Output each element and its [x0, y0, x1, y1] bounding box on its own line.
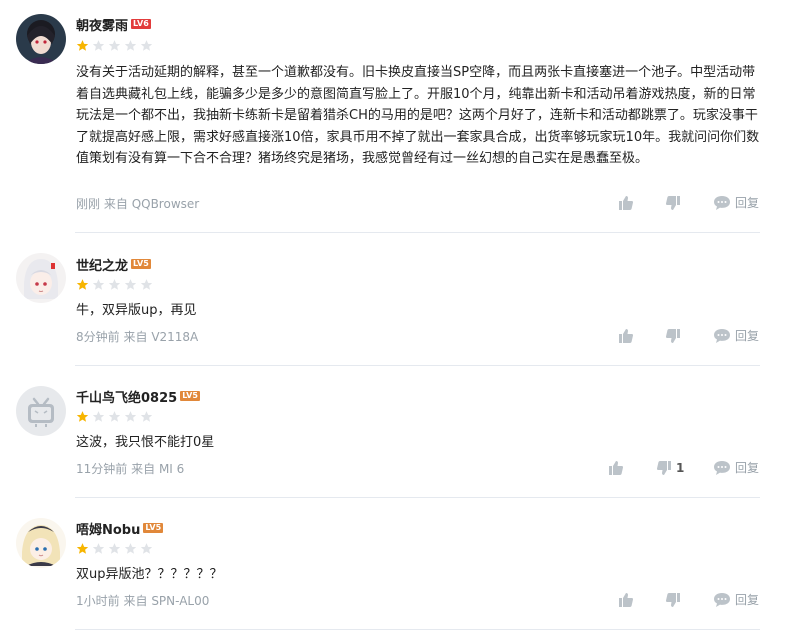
- star-empty-icon: [140, 40, 153, 51]
- speech-bubble-icon: [714, 195, 730, 210]
- dislike-count: 1: [676, 461, 685, 475]
- star-empty-icon: [124, 279, 137, 290]
- star-empty-icon: [92, 279, 105, 290]
- star-empty-icon: [108, 411, 121, 422]
- dislike-button[interactable]: [665, 328, 685, 344]
- reply-button[interactable]: 回复: [713, 327, 759, 344]
- comment-text: 牛，双异版up，再见: [76, 303, 197, 318]
- reply-button[interactable]: 回复: [713, 194, 759, 211]
- comment-text: 没有关于活动延期的解释，甚至一个道歉都没有。旧卡换皮直接当SP空降，而且两张卡直…: [76, 65, 760, 166]
- thumbs-down-icon: [666, 329, 680, 343]
- star-empty-icon: [124, 543, 137, 554]
- star-empty-icon: [140, 279, 153, 290]
- star-empty-icon: [108, 279, 121, 290]
- like-button[interactable]: [618, 328, 638, 344]
- reply-label: 回复: [735, 461, 760, 475]
- reply-label: 回复: [735, 329, 760, 343]
- username[interactable]: 千山鸟飞绝0825: [76, 387, 177, 406]
- divider: [75, 497, 760, 498]
- star-empty-icon: [140, 543, 153, 554]
- source-device: QQBrowser: [131, 197, 200, 211]
- thumbs-up-icon: [609, 461, 623, 475]
- level-badge: LV6: [131, 19, 151, 29]
- star-empty-icon: [92, 543, 105, 554]
- timestamp: 11分钟前: [76, 462, 128, 476]
- star-empty-icon: [140, 411, 153, 422]
- divider: [75, 365, 760, 366]
- avatar[interactable]: [16, 14, 66, 64]
- avatar[interactable]: [16, 518, 66, 568]
- source-device: V2118A: [151, 330, 199, 344]
- reply-label: 回复: [735, 196, 760, 210]
- star-rating: [76, 39, 153, 53]
- dislike-button[interactable]: [665, 195, 685, 211]
- comment-meta: 11分钟前 来自 MI 6: [76, 460, 184, 477]
- speech-bubble-icon: [714, 592, 730, 607]
- star-filled-icon: [76, 543, 89, 554]
- dislike-button[interactable]: [665, 592, 685, 608]
- dislike-button[interactable]: 1: [656, 460, 684, 476]
- reply-label: 回复: [735, 593, 760, 607]
- source-prefix: 来自: [123, 594, 148, 608]
- speech-bubble-icon: [714, 328, 730, 343]
- thumbs-down-icon: [657, 461, 671, 475]
- thumbs-up-icon: [619, 593, 633, 607]
- star-filled-icon: [76, 40, 89, 51]
- username[interactable]: 朝夜雾雨: [76, 15, 128, 34]
- thumbs-up-icon: [619, 196, 633, 210]
- source-prefix: 来自: [103, 197, 128, 211]
- star-filled-icon: [76, 279, 89, 290]
- source-device: MI 6: [158, 462, 185, 476]
- avatar[interactable]: [16, 253, 66, 303]
- star-empty-icon: [108, 543, 121, 554]
- source-prefix: 来自: [123, 330, 148, 344]
- reply-button[interactable]: 回复: [713, 591, 759, 608]
- divider: [75, 629, 760, 630]
- comment-meta: 8分钟前 来自 V2118A: [76, 328, 198, 345]
- star-empty-icon: [124, 411, 137, 422]
- like-button[interactable]: [618, 195, 638, 211]
- speech-bubble-icon: [714, 460, 730, 475]
- level-badge: LV5: [180, 391, 200, 401]
- timestamp: 1小时前: [76, 594, 120, 608]
- comment-text: 双up异版池？？？？？？: [76, 567, 223, 582]
- reply-button[interactable]: 回复: [713, 459, 759, 476]
- star-rating: [76, 410, 153, 424]
- comment-meta: 刚刚 来自 QQBrowser: [76, 195, 199, 212]
- like-button[interactable]: [608, 460, 628, 476]
- source-prefix: 来自: [131, 462, 156, 476]
- star-filled-icon: [76, 411, 89, 422]
- username[interactable]: 世纪之龙: [76, 255, 128, 274]
- source-device: SPN-AL00: [151, 594, 210, 608]
- thumbs-down-icon: [666, 196, 680, 210]
- thumbs-up-icon: [619, 329, 633, 343]
- timestamp: 8分钟前: [76, 330, 120, 344]
- avatar[interactable]: [16, 386, 66, 436]
- star-rating: [76, 542, 153, 556]
- divider: [75, 232, 760, 233]
- star-empty-icon: [92, 411, 105, 422]
- like-button[interactable]: [618, 592, 638, 608]
- comment-meta: 1小时前 来自 SPN-AL00: [76, 592, 209, 609]
- star-empty-icon: [108, 40, 121, 51]
- star-rating: [76, 278, 153, 292]
- level-badge: LV5: [143, 523, 164, 533]
- star-empty-icon: [92, 40, 105, 51]
- comment-text: 这波，我只恨不能打0星: [76, 435, 215, 450]
- thumbs-down-icon: [666, 593, 680, 607]
- username[interactable]: 唔姆Nobu: [76, 519, 140, 538]
- timestamp: 刚刚: [76, 197, 101, 211]
- level-badge: LV5: [131, 259, 151, 269]
- star-empty-icon: [124, 40, 137, 51]
